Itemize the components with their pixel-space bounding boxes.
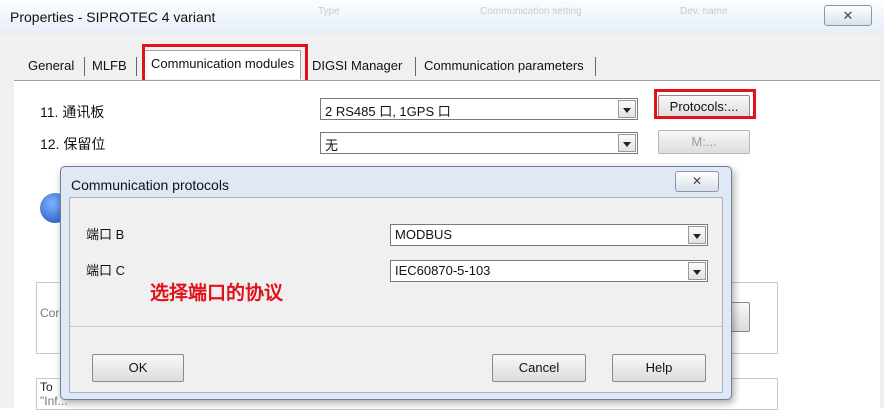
title-bar: Properties - SIPROTEC 4 variant Type Com… — [0, 0, 884, 34]
chevron-down-icon[interactable] — [618, 100, 636, 118]
ghost-header-devname: Dev. name — [680, 6, 728, 17]
annotation-text: 选择端口的协议 — [150, 282, 284, 304]
m-button[interactable]: M:... — [658, 130, 750, 154]
slot12-select[interactable]: 无 — [320, 132, 638, 154]
close-icon[interactable]: ✕ — [824, 5, 872, 26]
dialog-title: Communication protocols — [71, 177, 229, 193]
tab-separator — [415, 57, 416, 76]
background-button-edge[interactable] — [730, 302, 750, 332]
tab-separator — [136, 57, 137, 76]
window-title: Properties - SIPROTEC 4 variant — [10, 9, 216, 25]
slot11-select[interactable]: 2 RS485 口, 1GPS 口 — [320, 98, 638, 120]
port-b-value: MODBUS — [395, 227, 453, 242]
port-b-label: 端口 B — [86, 227, 125, 242]
slot11-value: 2 RS485 口, 1GPS 口 — [325, 104, 451, 119]
tab-communication-parameters[interactable]: Communication parameters — [418, 54, 590, 78]
ok-button[interactable]: OK — [92, 354, 184, 382]
chevron-down-icon[interactable] — [618, 134, 636, 152]
slot12-value: 无 — [325, 138, 339, 153]
port-c-select[interactable]: IEC60870-5-103 — [390, 260, 708, 282]
properties-window: Properties - SIPROTEC 4 variant Type Com… — [0, 0, 884, 410]
ghost-header-setting: Communication setting — [480, 6, 582, 17]
tab-general[interactable]: General — [22, 54, 80, 78]
chevron-down-icon[interactable] — [688, 262, 706, 280]
bottom-text-line1: To — [40, 380, 53, 394]
tab-mlfb[interactable]: MLFB — [86, 54, 133, 78]
cancel-button[interactable]: Cancel — [492, 354, 586, 382]
slot11-label: 11. 通讯板 — [40, 104, 105, 120]
tab-separator — [595, 57, 596, 76]
tab-separator — [84, 57, 85, 76]
groupbox-faint-text: Cor — [40, 306, 60, 320]
chevron-down-icon[interactable] — [688, 226, 706, 244]
tab-digsi-manager[interactable]: DIGSI Manager — [306, 54, 408, 78]
dialog-body: 端口 B MODBUS 端口 C IEC60870-5-103 选择端口的协议 … — [69, 197, 723, 393]
help-button[interactable]: Help — [612, 354, 706, 382]
communication-protocols-dialog: Communication protocols ✕ 端口 B MODBUS 端口… — [60, 166, 732, 400]
ghost-header-type: Type — [318, 6, 340, 17]
port-c-value: IEC60870-5-103 — [395, 263, 491, 278]
slot12-label: 12. 保留位 — [40, 136, 106, 152]
highlight-protocols-box — [654, 89, 756, 119]
port-c-label: 端口 C — [86, 263, 126, 278]
port-b-select[interactable]: MODBUS — [390, 224, 708, 246]
close-icon[interactable]: ✕ — [675, 171, 719, 192]
dialog-separator — [70, 326, 722, 327]
